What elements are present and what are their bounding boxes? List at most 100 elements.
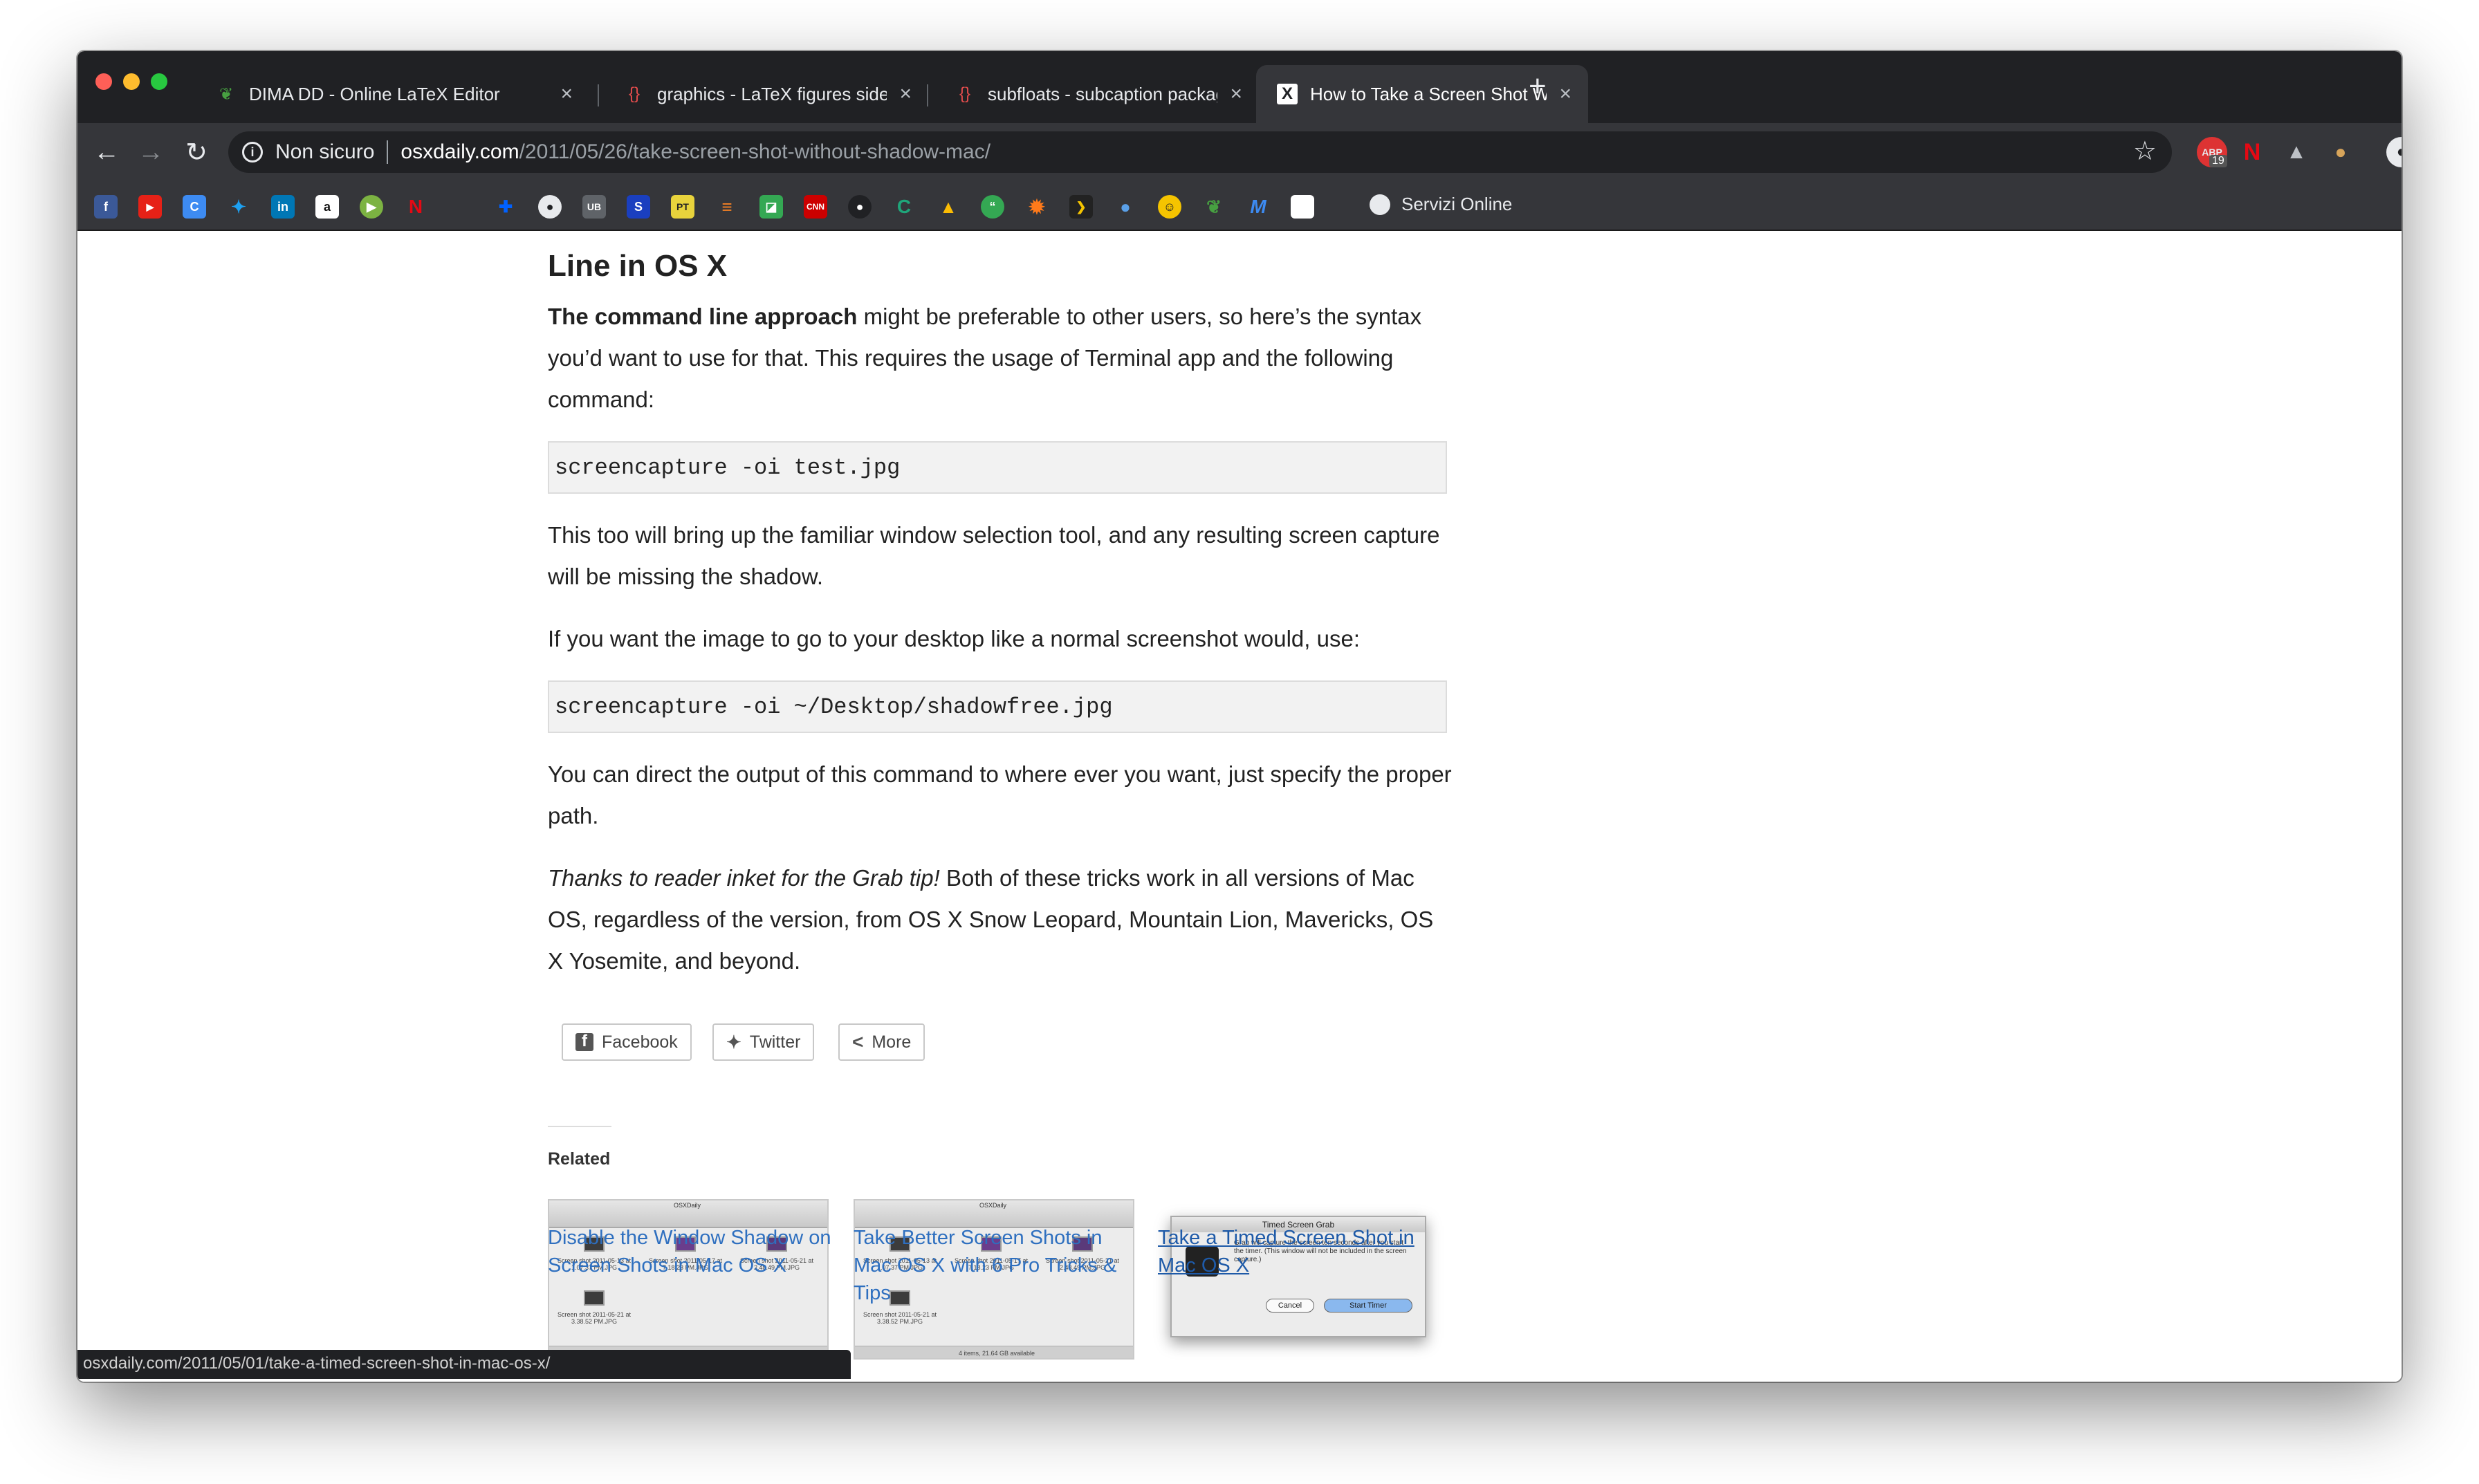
chat-bookmark-icon[interactable]: “	[981, 195, 1004, 219]
drive-extension-icon[interactable]: ▲	[2281, 137, 2312, 167]
drive-bookmark-icon[interactable]: ▲	[937, 195, 960, 219]
back-arrow-icon[interactable]: ←	[87, 133, 126, 171]
close-tab-icon[interactable]: ×	[560, 82, 573, 106]
share-facebook-button[interactable]: f Facebook	[562, 1023, 692, 1061]
finder-status-text: 4 items, 21.64 GB available	[959, 1350, 1035, 1357]
tab-title: DIMA DD - Online LaTeX Editor	[249, 83, 500, 104]
github-bookmark-icon[interactable]: ●	[848, 195, 872, 219]
paragraph-output: You can direct the output of this comman…	[548, 761, 1452, 828]
tab-overleaf[interactable]: ❦ DIMA DD - Online LaTeX Editor ×	[195, 65, 589, 123]
file-caption: Screen shot 2011-05-21 at 3.38.52 PM.JPG	[557, 1311, 631, 1325]
code-block: screencapture -oi test.jpg	[548, 441, 1447, 494]
close-tab-icon[interactable]: ×	[899, 82, 912, 106]
overleaf-bookmark-icon[interactable]: ❦	[1202, 195, 1226, 219]
linkedin-bookmark-icon[interactable]: in	[271, 195, 295, 219]
paragraph-command-line: The command line approach might be prefe…	[548, 296, 1454, 420]
s-bookmark-icon[interactable]: S	[627, 195, 650, 219]
tab-latex-figures[interactable]: {} graphics - LaTeX figures side by side…	[603, 65, 928, 123]
code-block: screencapture -oi ~/Desktop/shadowfree.j…	[548, 680, 1447, 733]
drop-bookmark-icon[interactable]: ●	[1114, 195, 1137, 219]
related-thumbnail-3[interactable]: Timed Screen Grab Grab will capture the …	[1158, 1199, 1439, 1360]
pt-bookmark-icon[interactable]: PT	[671, 195, 694, 219]
tab-divider	[927, 84, 928, 106]
facebook-icon: f	[575, 1032, 593, 1051]
tab-title: How to Take a Screen Shot Without Shadow	[1310, 83, 1547, 104]
share-label: Facebook	[602, 1032, 678, 1052]
related-link-1[interactable]: Disable the Window Shadow on Screen Shot…	[548, 1224, 845, 1279]
bookmark-servizi-online[interactable]: Servizi Online	[1370, 194, 1512, 215]
close-tab-icon[interactable]: ×	[1559, 82, 1572, 106]
close-tab-icon[interactable]: ×	[1230, 82, 1242, 106]
ub-bookmark-icon[interactable]: UB	[582, 195, 606, 219]
related-heading: Related	[548, 1149, 611, 1169]
twitter-icon: ✦	[726, 1031, 741, 1052]
italic-credit: Thanks to reader inket for the Grab tip!	[548, 865, 940, 891]
omnibox-divider	[387, 140, 389, 164]
minimize-window-button[interactable]	[123, 73, 140, 90]
profile-avatar[interactable]: ●	[2386, 137, 2402, 167]
related-divider	[548, 1126, 611, 1127]
related-link-3[interactable]: Take a Timed Screen Shot in Mac OS X	[1158, 1224, 1435, 1279]
tab-title: graphics - LaTeX figures side by side	[657, 83, 887, 104]
file-caption: Screen shot 2011-05-21 at 3.38.52 PM.JPG	[863, 1311, 937, 1325]
tab-strip: ❦ DIMA DD - Online LaTeX Editor × {} gra…	[77, 51, 2402, 123]
arrow-bookmark-icon[interactable]: ❯	[1069, 195, 1093, 219]
gear-bookmark-icon[interactable]: ✹	[1025, 195, 1049, 219]
m-bookmark-icon[interactable]: M	[1246, 195, 1270, 219]
share-twitter-button[interactable]: ✦ Twitter	[712, 1023, 815, 1061]
paragraph-desktop: If you want the image to go to your desk…	[548, 626, 1360, 651]
status-url-bar: osxdaily.com/2011/05/01/take-a-timed-scr…	[77, 1350, 851, 1379]
info-icon[interactable]: i	[242, 142, 263, 163]
osxdaily-icon: X	[1277, 84, 1298, 104]
article-heading: Line in OS X	[548, 249, 728, 283]
globe-bookmark-icon[interactable]: ●	[538, 195, 562, 219]
tex-stackexchange-icon: {}	[628, 84, 641, 103]
stackoverflow-bookmark-icon[interactable]: ≡	[715, 195, 739, 219]
page-content: Line in OS X The command line approach m…	[77, 231, 2402, 1382]
share-icon: <	[852, 1031, 864, 1052]
dialog-cancel-button: Cancel	[1266, 1299, 1314, 1313]
finder-status: 4 items, 21.64 GB available	[855, 1346, 1133, 1358]
cookie-extension-icon[interactable]: ●	[2325, 137, 2356, 167]
tab-subfloats[interactable]: {} subfloats - subcaption package ×	[934, 65, 1259, 123]
maximize-window-button[interactable]	[151, 73, 167, 90]
related-thumbnail-1[interactable]: OSXDaily Screen shot 2011-05-13 at 1.07.…	[548, 1199, 829, 1360]
share-more-button[interactable]: < More	[838, 1023, 925, 1061]
facebook-bookmark-icon[interactable]: f	[94, 195, 118, 219]
youtube-bookmark-icon[interactable]: ▶	[138, 195, 162, 219]
bookmarks-bar: f ▶ C ✦ in a ▶ N ✚ ● UB S PT ≡ ◪ CNN ● C…	[77, 181, 2402, 231]
paragraph-thanks: Thanks to reader inket for the Grab tip!…	[548, 857, 1454, 982]
bookmark-star-icon[interactable]: ☆	[2133, 136, 2157, 167]
tex-stackexchange-icon: {}	[959, 84, 971, 103]
browser-window: ❦ DIMA DD - Online LaTeX Editor × {} gra…	[77, 51, 2402, 1382]
maps-bookmark-icon[interactable]: ◪	[759, 195, 783, 219]
netflix-bookmark-icon[interactable]: N	[404, 195, 427, 219]
cnn-bookmark-icon[interactable]: CNN	[804, 195, 827, 219]
face-bookmark-icon[interactable]: ☺	[1158, 195, 1181, 219]
share-label: More	[872, 1032, 912, 1052]
extension-badge: 19	[2209, 155, 2227, 167]
blank-bookmark-icon[interactable]	[1291, 195, 1314, 219]
file-icon	[584, 1290, 605, 1306]
twitter-bookmark-icon[interactable]: ✦	[227, 195, 250, 219]
new-tab-button[interactable]: +	[1529, 69, 1547, 104]
browser-toolbar: ← → ↻ i Non sicuro osxdaily.com /2011/05…	[77, 123, 2402, 181]
play-bookmark-icon[interactable]: ▶	[360, 195, 383, 219]
c-bookmark-icon[interactable]: C	[892, 195, 916, 219]
close-window-button[interactable]	[95, 73, 112, 90]
cloud-bookmark-icon[interactable]: C	[183, 195, 206, 219]
url-domain: osxdaily.com	[400, 140, 519, 163]
related-link-2[interactable]: Take Better Screen Shots in Mac OS X wit…	[854, 1224, 1130, 1307]
share-label: Twitter	[749, 1032, 801, 1052]
bookmark-label: Servizi Online	[1401, 194, 1513, 214]
address-bar[interactable]: i Non sicuro osxdaily.com /2011/05/26/ta…	[228, 131, 2172, 173]
amazon-bookmark-icon[interactable]: a	[315, 195, 339, 219]
reload-icon[interactable]: ↻	[177, 133, 216, 171]
netflix-extension-icon[interactable]: N	[2237, 137, 2267, 167]
finder-window-title: OSXDaily	[674, 1202, 701, 1209]
dropbox-bookmark-icon[interactable]: ✚	[494, 195, 517, 219]
forward-arrow-icon[interactable]: →	[131, 133, 170, 171]
globe-icon	[1370, 194, 1390, 215]
tab-title: subfloats - subcaption package	[988, 83, 1218, 104]
paragraph-window-selection: This too will bring up the familiar wind…	[548, 522, 1440, 589]
